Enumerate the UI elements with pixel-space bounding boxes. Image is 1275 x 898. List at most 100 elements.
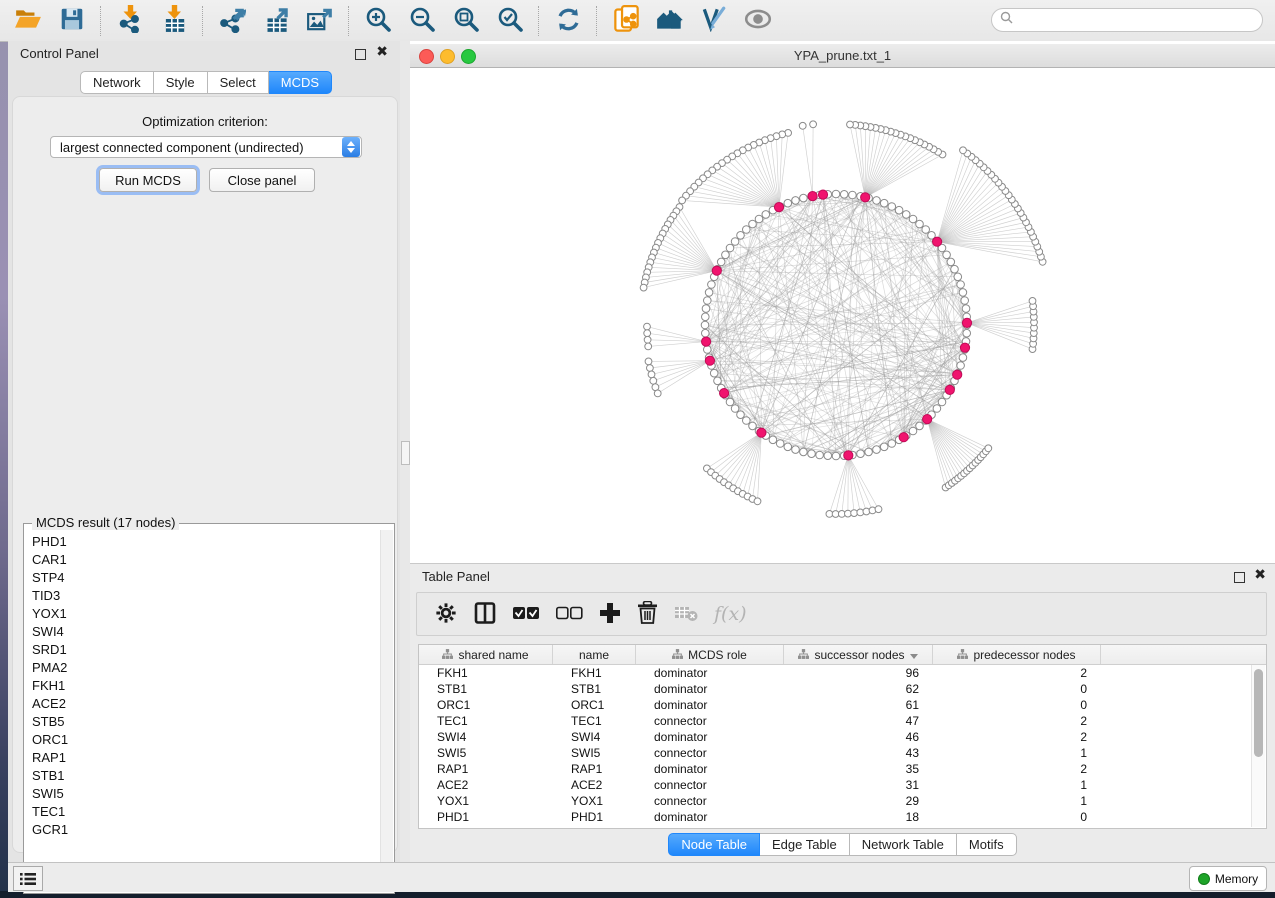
cell-MCDS-role[interactable]: dominator — [636, 665, 784, 681]
zoom-in-button[interactable] — [359, 4, 397, 38]
cell-successor-nodes[interactable]: 46 — [784, 729, 933, 745]
zoom-fit-button[interactable] — [447, 4, 485, 38]
float-table-panel-icon[interactable] — [1234, 572, 1245, 583]
create-column-plus-button[interactable] — [599, 602, 621, 627]
network-window-titlebar[interactable]: YPA_prune.txt_1 — [410, 44, 1275, 68]
table-row[interactable]: ORC1ORC1dominator610 — [419, 697, 1266, 713]
splitter-handle-icon[interactable] — [401, 441, 410, 465]
tab-mcds[interactable]: MCDS — [269, 71, 332, 94]
mcds-result-item[interactable]: PMA2 — [25, 658, 380, 676]
scrollbar-thumb[interactable] — [1254, 669, 1263, 757]
home-layouts-button[interactable] — [651, 4, 689, 38]
mcds-result-item[interactable]: RAP1 — [25, 748, 380, 766]
export-image-button[interactable] — [301, 4, 339, 38]
open-file-button[interactable] — [9, 4, 47, 38]
cell-shared-name[interactable]: SWI5 — [419, 745, 553, 761]
column-header-name[interactable]: name — [553, 645, 636, 664]
column-header-shared-name[interactable]: shared name — [419, 645, 553, 664]
save-session-button[interactable] — [53, 4, 91, 38]
cell-shared-name[interactable]: RAP1 — [419, 761, 553, 777]
show-hide-button[interactable] — [739, 4, 777, 38]
table-row[interactable]: RAP1RAP1dominator352 — [419, 761, 1266, 777]
cell-successor-nodes[interactable]: 43 — [784, 745, 933, 761]
show-columns-button[interactable] — [473, 601, 497, 628]
run-mcds-button[interactable]: Run MCDS — [99, 168, 197, 192]
cell-name[interactable]: YOX1 — [553, 793, 636, 809]
cell-predecessor-nodes[interactable]: 0 — [933, 697, 1101, 713]
search-box[interactable] — [991, 8, 1263, 32]
style-editor-button[interactable] — [695, 4, 733, 38]
cell-shared-name[interactable]: ORC1 — [419, 697, 553, 713]
column-header-MCDS-role[interactable]: MCDS role — [636, 645, 784, 664]
tab-network[interactable]: Network — [80, 71, 154, 94]
import-network-button[interactable] — [111, 4, 149, 38]
zoom-selected-button[interactable] — [491, 4, 529, 38]
memory-button[interactable]: Memory — [1189, 866, 1267, 891]
tab-network-table[interactable]: Network Table — [850, 833, 957, 856]
select-all-check-button[interactable] — [513, 606, 540, 623]
cell-shared-name[interactable]: YOX1 — [419, 793, 553, 809]
mcds-result-item[interactable]: SWI4 — [25, 622, 380, 640]
table-row[interactable]: STB1STB1dominator620 — [419, 681, 1266, 697]
cell-successor-nodes[interactable]: 31 — [784, 777, 933, 793]
cell-name[interactable]: SWI4 — [553, 729, 636, 745]
mcds-result-scrollbar[interactable] — [380, 530, 393, 892]
cell-successor-nodes[interactable]: 35 — [784, 761, 933, 777]
mcds-result-item[interactable]: STP4 — [25, 568, 380, 586]
cell-predecessor-nodes[interactable]: 2 — [933, 761, 1101, 777]
tab-node-table[interactable]: Node Table — [668, 833, 760, 856]
cell-shared-name[interactable]: TEC1 — [419, 713, 553, 729]
cell-shared-name[interactable]: FKH1 — [419, 665, 553, 681]
network-overview-button[interactable] — [607, 4, 645, 38]
cell-successor-nodes[interactable]: 18 — [784, 809, 933, 825]
cell-MCDS-role[interactable]: connector — [636, 793, 784, 809]
table-mode-gear-button[interactable] — [435, 602, 457, 627]
cell-shared-name[interactable]: ACE2 — [419, 777, 553, 793]
import-table-button[interactable] — [155, 4, 193, 38]
cell-MCDS-role[interactable]: dominator — [636, 809, 784, 825]
mcds-result-item[interactable]: YOX1 — [25, 604, 380, 622]
cell-shared-name[interactable]: STB1 — [419, 681, 553, 697]
cell-MCDS-role[interactable]: connector — [636, 777, 784, 793]
cell-predecessor-nodes[interactable]: 2 — [933, 729, 1101, 745]
cell-MCDS-role[interactable]: dominator — [636, 729, 784, 745]
cell-successor-nodes[interactable]: 47 — [784, 713, 933, 729]
cell-predecessor-nodes[interactable]: 2 — [933, 713, 1101, 729]
column-header-predecessor-nodes[interactable]: predecessor nodes — [933, 645, 1101, 664]
export-network-button[interactable] — [213, 4, 251, 38]
mcds-result-item[interactable]: STB1 — [25, 766, 380, 784]
mcds-result-item[interactable]: ACE2 — [25, 694, 380, 712]
cell-MCDS-role[interactable]: dominator — [636, 681, 784, 697]
mcds-result-item[interactable]: PHD1 — [25, 532, 380, 550]
cell-predecessor-nodes[interactable]: 2 — [933, 665, 1101, 681]
node-table-header[interactable]: shared namenameMCDS rolesuccessor nodesp… — [419, 645, 1266, 665]
cell-MCDS-role[interactable]: dominator — [636, 697, 784, 713]
cell-predecessor-nodes[interactable]: 0 — [933, 809, 1101, 825]
mcds-result-item[interactable]: SWI5 — [25, 784, 380, 802]
tab-style[interactable]: Style — [154, 71, 208, 94]
cell-shared-name[interactable]: SWI4 — [419, 729, 553, 745]
cell-name[interactable]: STB1 — [553, 681, 636, 697]
table-row[interactable]: SWI4SWI4dominator462 — [419, 729, 1266, 745]
zoom-out-button[interactable] — [403, 4, 441, 38]
mcds-result-list[interactable]: PHD1CAR1STP4TID3YOX1SWI4SRD1PMA2FKH1ACE2… — [25, 532, 380, 892]
cell-predecessor-nodes[interactable]: 1 — [933, 777, 1101, 793]
delete-column-trash-button[interactable] — [637, 601, 658, 627]
tab-motifs[interactable]: Motifs — [957, 833, 1017, 856]
refresh-layout-button[interactable] — [549, 4, 587, 38]
deselect-all-check-button[interactable] — [556, 606, 583, 623]
table-row[interactable]: PHD1PHD1dominator180 — [419, 809, 1266, 825]
column-header-successor-nodes[interactable]: successor nodes — [784, 645, 933, 664]
cell-name[interactable]: ORC1 — [553, 697, 636, 713]
table-row[interactable]: TEC1TEC1connector472 — [419, 713, 1266, 729]
cell-MCDS-role[interactable]: connector — [636, 713, 784, 729]
mcds-result-item[interactable]: STB5 — [25, 712, 380, 730]
search-input[interactable] — [1018, 12, 1262, 28]
network-canvas[interactable] — [410, 68, 1275, 563]
node-table-scrollbar[interactable] — [1251, 665, 1265, 827]
cell-successor-nodes[interactable]: 61 — [784, 697, 933, 713]
close-table-panel-icon[interactable]: ✖ — [1254, 567, 1266, 581]
cell-predecessor-nodes[interactable]: 1 — [933, 745, 1101, 761]
node-table-body[interactable]: FKH1FKH1dominator962STB1STB1dominator620… — [419, 665, 1266, 825]
cell-successor-nodes[interactable]: 29 — [784, 793, 933, 809]
